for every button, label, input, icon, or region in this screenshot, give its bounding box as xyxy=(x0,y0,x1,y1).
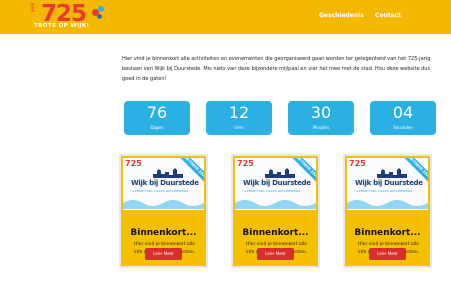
countdown-seconds-value: 04 xyxy=(392,103,414,122)
card-title: Binnenkort... xyxy=(242,228,309,238)
countdown-hours: 12 Uren xyxy=(206,101,272,135)
card-image-title: Wijk bij Duurstede xyxy=(243,179,311,187)
card-title: Binnenkort... xyxy=(130,228,197,238)
wave-decoration xyxy=(235,200,316,209)
countdown-minutes-label: Minuten xyxy=(312,125,330,130)
site-logo[interactable]: JAAR 725 TROTS OP WIJK! xyxy=(22,1,132,33)
card-image-title: Wijk bij Duurstede xyxy=(355,179,423,187)
read-more-button[interactable]: Lees Meer xyxy=(257,248,294,260)
skyline-icon xyxy=(377,168,407,178)
nav-link-geschiedenis[interactable]: Geschiedenis xyxy=(319,12,364,19)
countdown-seconds: 04 Seconden xyxy=(370,101,436,135)
countdown-hours-value: 12 xyxy=(228,103,250,122)
card-image-subtitle: KLEINE STAD, GROTE GESCHIEDENIS xyxy=(245,189,301,193)
card-image: 725 Wijk bij Duurstede KLEINE STAD, GROT… xyxy=(235,158,316,210)
logo-dot-lightblue xyxy=(98,6,104,12)
card-image: 725 Wijk bij Duurstede KLEINE STAD, GROT… xyxy=(123,158,204,210)
wave-decoration xyxy=(123,200,204,209)
card-image-title: Wijk bij Duurstede xyxy=(131,179,199,187)
countdown-days: 76 Dagen xyxy=(124,101,190,135)
top-bar: JAAR 725 TROTS OP WIJK! Geschiedenis Con… xyxy=(0,0,451,34)
event-card: 725 Wijk bij Duurstede KLEINE STAD, GROT… xyxy=(231,154,320,268)
logo-dot-blue xyxy=(97,14,102,19)
countdown-seconds-label: Seconden xyxy=(393,125,413,130)
skyline-icon xyxy=(153,168,183,178)
countdown-days-value: 76 xyxy=(146,103,168,122)
countdown-hours-label: Uren xyxy=(234,125,244,130)
skyline-icon xyxy=(265,168,295,178)
countdown-minutes-value: 30 xyxy=(310,103,332,122)
event-card: 725 Wijk bij Duurstede KLEINE STAD, GROT… xyxy=(119,154,208,268)
logo-tagline: TROTS OP WIJK! xyxy=(34,23,90,29)
intro-text: Hier vind je binnenkort alle activiteite… xyxy=(122,56,431,82)
read-more-button[interactable]: Lees Meer xyxy=(369,248,406,260)
card-title: Binnenkort... xyxy=(354,228,421,238)
card-image: 725 Wijk bij Duurstede KLEINE STAD, GROT… xyxy=(347,158,428,210)
card-image-logo: 725 xyxy=(237,159,254,168)
logo-jaar-label: JAAR xyxy=(30,2,35,12)
wave-decoration xyxy=(347,200,428,209)
countdown-days-label: Dagen xyxy=(150,125,164,130)
card-image-logo: 725 xyxy=(349,159,366,168)
card-image-logo: 725 xyxy=(125,159,142,168)
card-image-subtitle: KLEINE STAD, GROTE GESCHIEDENIS xyxy=(357,189,413,193)
read-more-button[interactable]: Lees Meer xyxy=(145,248,182,260)
card-image-subtitle: KLEINE STAD, GROTE GESCHIEDENIS xyxy=(133,189,189,193)
countdown-minutes: 30 Minuten xyxy=(288,101,354,135)
nav-link-contact[interactable]: Contact xyxy=(375,12,401,19)
event-card: 725 Wijk bij Duurstede KLEINE STAD, GROT… xyxy=(343,154,432,268)
